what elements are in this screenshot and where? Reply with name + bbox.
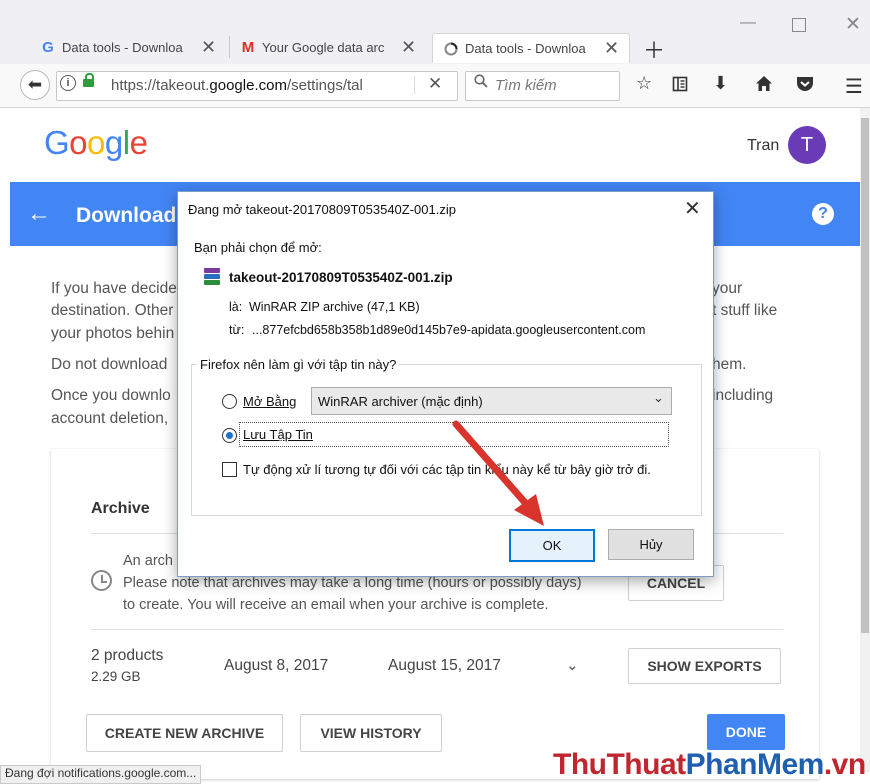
intro-text: account deletion, bbox=[51, 410, 169, 427]
save-file-radio[interactable] bbox=[222, 428, 237, 443]
file-source-value: ...877efcbd658b358b1d89e0d145b7e9-apidat… bbox=[252, 323, 646, 337]
dialog-title: Đang mở takeout-20170809T053540Z-001.zip bbox=[188, 202, 456, 217]
divider bbox=[91, 629, 783, 630]
tab-data-tools-active[interactable]: Data tools - Downloa ✕ bbox=[432, 33, 630, 63]
search-icon bbox=[474, 74, 488, 92]
intro-text: Do not download bbox=[51, 356, 168, 373]
chevron-down-icon[interactable]: ⌄ bbox=[566, 656, 579, 674]
status-bar: Đang đợi notifications.google.com... bbox=[0, 765, 202, 784]
loading-icon bbox=[443, 41, 459, 57]
tab-title: Your Google data arc bbox=[262, 40, 385, 55]
intro-text: t stuff like bbox=[712, 302, 778, 319]
dialog-prompt: Bạn phải chọn để mở: bbox=[194, 240, 322, 255]
gmail-icon: M bbox=[241, 39, 255, 56]
file-type-label: là: bbox=[229, 300, 243, 314]
cancel-button[interactable]: Hủy bbox=[608, 529, 694, 560]
products-count: 2 products bbox=[91, 647, 164, 664]
tab-title: Data tools - Downloa bbox=[62, 40, 183, 55]
intro-text: If you have decide bbox=[51, 280, 177, 297]
groupbox-label: Firefox nên làm gì với tập tin này? bbox=[197, 357, 400, 372]
intro-text: Once you downlo bbox=[51, 387, 171, 404]
logo-letter: o bbox=[87, 124, 105, 161]
chevron-down-icon[interactable]: ⌄ bbox=[653, 390, 664, 406]
bookmark-star-icon[interactable]: ☆ bbox=[636, 73, 652, 94]
archive-heading: Archive bbox=[91, 500, 150, 517]
file-source-label: từ: bbox=[229, 323, 245, 337]
back-button[interactable]: ⬅ bbox=[20, 70, 50, 100]
intro-text: your photos behin bbox=[51, 325, 175, 342]
logo-letter: e bbox=[129, 124, 148, 161]
url-text[interactable]: https://takeout.google.com/settings/tal bbox=[111, 77, 363, 94]
logo-letter: l bbox=[122, 124, 130, 161]
back-arrow-icon: ⬅ bbox=[27, 75, 43, 94]
close-window-icon[interactable]: ✕ bbox=[845, 13, 861, 36]
products-size: 2.29 GB bbox=[91, 669, 141, 684]
user-name: Tran bbox=[747, 137, 780, 154]
close-tab-icon[interactable]: ✕ bbox=[401, 37, 416, 58]
logo-letter: G bbox=[44, 124, 70, 161]
maximize-icon[interactable] bbox=[792, 18, 806, 32]
open-with-radio[interactable] bbox=[222, 394, 237, 409]
avatar[interactable]: T bbox=[788, 126, 826, 164]
created-date: August 8, 2017 bbox=[224, 657, 329, 674]
url-separator bbox=[414, 76, 415, 94]
back-arrow-icon[interactable]: ← bbox=[27, 200, 51, 228]
intro-text: hem. bbox=[712, 356, 747, 373]
home-icon[interactable] bbox=[755, 75, 773, 97]
view-history-button[interactable]: VIEW HISTORY bbox=[300, 714, 442, 752]
logo-letter: o bbox=[69, 124, 88, 161]
info-icon[interactable]: i bbox=[60, 75, 76, 91]
new-tab-button[interactable]: ＋ bbox=[643, 33, 665, 65]
google-logo: Google bbox=[44, 124, 148, 162]
help-icon[interactable]: ? bbox=[812, 203, 834, 225]
close-tab-icon[interactable]: ✕ bbox=[201, 37, 216, 58]
lock-icon bbox=[83, 73, 94, 87]
watermark-logo: ThuThuatPhanMem.vn bbox=[553, 748, 866, 781]
close-icon[interactable]: ✕ bbox=[684, 196, 701, 221]
file-name: takeout-20170809T053540Z-001.zip bbox=[229, 270, 453, 285]
menu-icon[interactable]: ☰ bbox=[845, 74, 863, 99]
winrar-icon bbox=[204, 268, 220, 286]
search-placeholder: Tìm kiếm bbox=[495, 77, 557, 94]
minimize-icon[interactable]: — bbox=[740, 14, 756, 32]
archive-status-text: Please note that archives may take a lon… bbox=[123, 575, 582, 591]
intro-text: your bbox=[712, 280, 743, 297]
archive-status-text: An arch bbox=[123, 553, 173, 569]
intro-text: destination. Other bbox=[51, 302, 174, 319]
open-with-value: WinRAR archiver (mặc định) bbox=[318, 394, 483, 409]
save-file-label[interactable]: Lưu Tập Tin bbox=[243, 427, 313, 442]
google-g-icon: G bbox=[42, 39, 54, 56]
auto-handle-checkbox[interactable] bbox=[222, 462, 237, 477]
expires-date: August 15, 2017 bbox=[388, 657, 501, 674]
close-tab-icon[interactable]: ✕ bbox=[604, 38, 619, 59]
clock-icon bbox=[91, 570, 112, 591]
archive-status-text: to create. You will receive an email whe… bbox=[123, 597, 549, 613]
tab-google-data-archive[interactable]: M Your Google data arc ✕ bbox=[230, 33, 416, 62]
logo-letter: g bbox=[104, 124, 123, 161]
create-new-archive-button[interactable]: CREATE NEW ARCHIVE bbox=[86, 714, 283, 752]
reading-list-icon[interactable] bbox=[672, 76, 688, 97]
show-exports-button[interactable]: SHOW EXPORTS bbox=[628, 648, 781, 684]
page-title: Download bbox=[76, 204, 177, 227]
pocket-icon[interactable] bbox=[796, 76, 814, 97]
download-icon[interactable]: ⬇ bbox=[713, 73, 728, 94]
clear-url-icon[interactable]: ✕ bbox=[428, 74, 442, 94]
file-type-value: WinRAR ZIP archive (47,1 KB) bbox=[249, 300, 420, 314]
scrollbar-thumb[interactable] bbox=[861, 118, 869, 633]
done-button[interactable]: DONE bbox=[707, 714, 785, 750]
intro-text: including bbox=[712, 387, 774, 404]
tab-data-tools-1[interactable]: G Data tools - Downloa ✕ bbox=[30, 33, 216, 62]
red-arrow-annotation bbox=[452, 420, 544, 526]
tab-title: Data tools - Downloa bbox=[465, 41, 586, 56]
open-with-label[interactable]: Mở Bằng bbox=[243, 394, 296, 409]
